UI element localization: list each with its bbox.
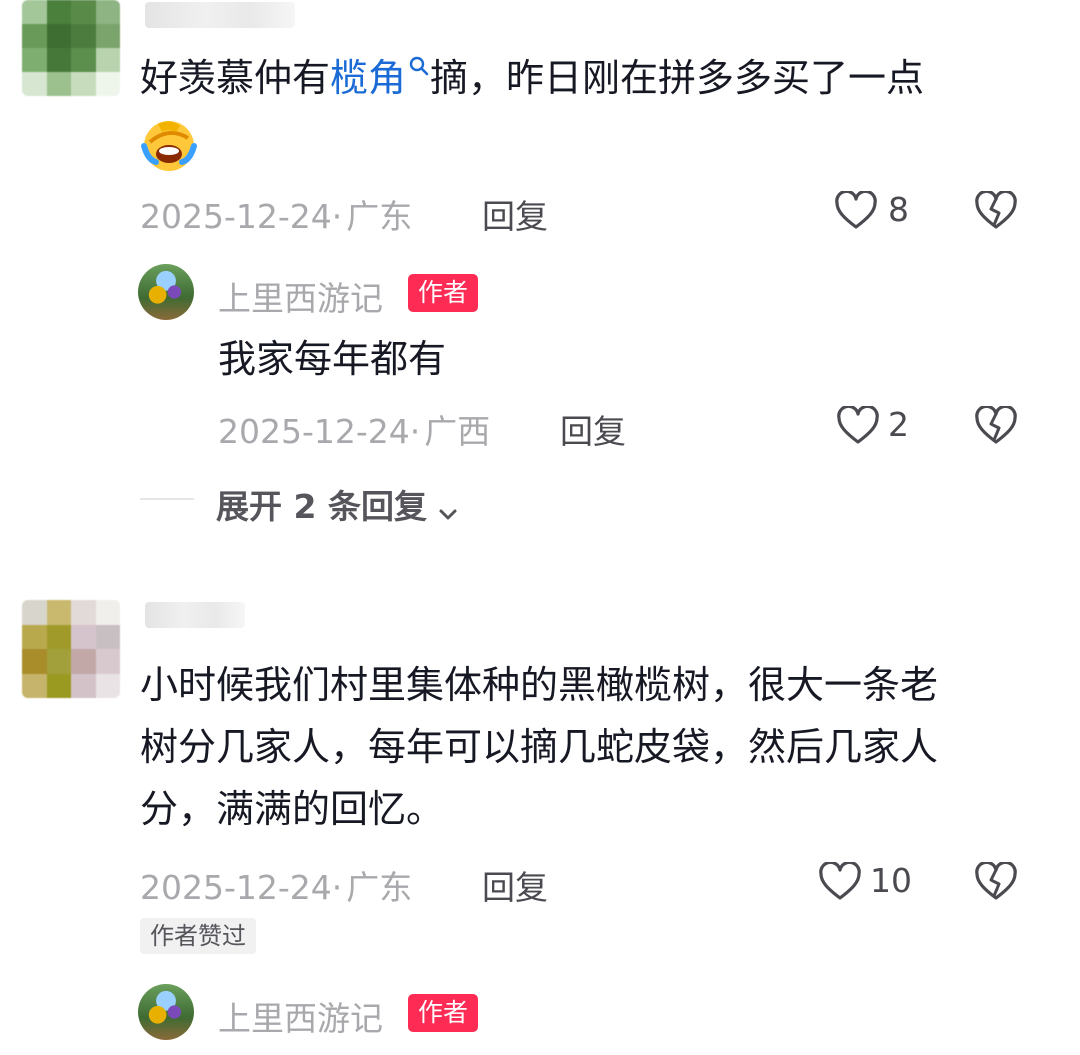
reply-button[interactable]: 回复 — [560, 405, 626, 453]
reply-button[interactable]: 回复 — [482, 190, 548, 238]
author-name[interactable]: 上里西游记 — [218, 992, 383, 1040]
search-icon — [409, 57, 429, 76]
laughing-crying-emoji-icon — [141, 121, 197, 171]
reply-meta: 2025-12-24· 广西 — [218, 412, 491, 451]
avatar[interactable] — [22, 0, 120, 96]
comment-text: 小时候我们村里集体种的黑橄榄树，很大一条老 树分几家人，每年可以摘几蛇皮袋，然后… — [140, 663, 939, 831]
divider — [140, 498, 194, 500]
reply-button[interactable]: 回复 — [482, 861, 548, 909]
comment-text: 好羡慕仲有榄角 摘，昨日刚在拼多多买了一点 — [140, 56, 925, 100]
heart-icon[interactable] — [834, 191, 878, 231]
author-badge: 作者 — [408, 994, 479, 1032]
author-liked-badge: 作者赞过 — [140, 918, 256, 954]
expand-replies-label: 展开 2 条回复 — [216, 487, 427, 526]
username-blurred[interactable] — [145, 602, 245, 628]
like-count: 10 — [870, 861, 912, 900]
heart-icon[interactable] — [836, 406, 880, 446]
reply-date: 2025-12-24 — [218, 412, 410, 451]
comment-date: 2025-12-24 — [140, 197, 332, 236]
reply-text: 我家每年都有 — [218, 337, 447, 381]
comment-meta: 2025-12-24· 广东 — [140, 868, 413, 907]
author-avatar[interactable] — [138, 984, 194, 1040]
username-blurred[interactable] — [145, 2, 295, 28]
comment-location: 广东 — [346, 197, 413, 236]
like-count: 2 — [888, 405, 909, 444]
avatar[interactable] — [22, 600, 120, 698]
keyword-link[interactable]: 榄角 — [330, 56, 430, 100]
expand-replies-button[interactable]: 展开 2 条回复 — [216, 480, 460, 528]
dislike-broken-heart-icon[interactable] — [974, 191, 1018, 231]
comment-location: 广东 — [346, 868, 413, 907]
heart-icon[interactable] — [818, 862, 862, 902]
comment-date: 2025-12-24 — [140, 868, 332, 907]
chevron-down-icon — [439, 509, 457, 519]
author-avatar[interactable] — [138, 264, 194, 320]
like-count: 8 — [888, 190, 909, 229]
author-badge: 作者 — [408, 274, 479, 312]
dislike-broken-heart-icon[interactable] — [974, 406, 1018, 446]
dislike-broken-heart-icon[interactable] — [974, 862, 1018, 902]
reply-location: 广西 — [424, 412, 491, 451]
comment-meta: 2025-12-24· 广东 — [140, 197, 413, 236]
author-name[interactable]: 上里西游记 — [218, 272, 383, 320]
